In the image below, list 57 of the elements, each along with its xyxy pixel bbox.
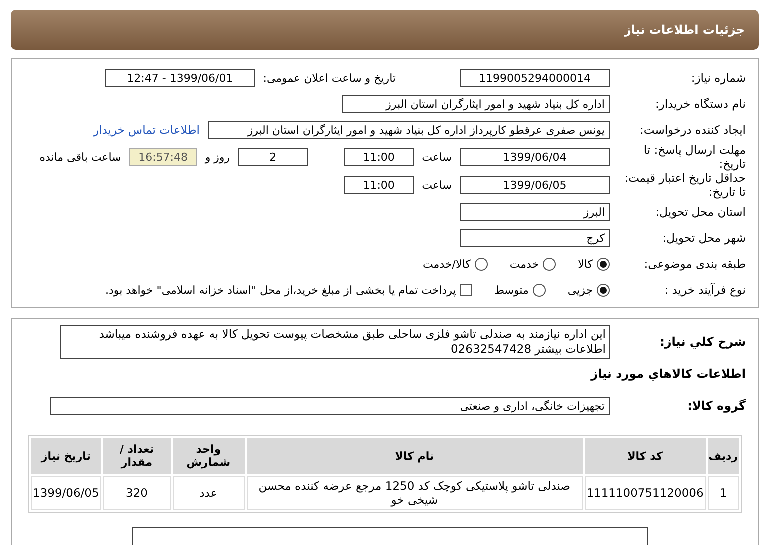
field-label: حداقل تاریخ اعتبار قیمت: تا تاریخ: (624, 171, 747, 199)
table-cell: صندلی تاشو پلاستیکی کوچک کد 1250 مرجع عرضه کننده محسن شیخی خو (246, 476, 583, 510)
radio-button[interactable] (543, 258, 556, 270)
field-label: نام دستگاه خریدار: (654, 97, 747, 111)
column-header: نام کالا (246, 438, 583, 474)
checkbox[interactable] (460, 284, 472, 296)
column-header: کد کالا (584, 438, 706, 474)
field-label: طبقه بندی موضوعی: (643, 257, 747, 271)
field-label: شهر محل تحویل: (662, 231, 747, 245)
column-header: ردیف (708, 438, 739, 474)
option-label: متوسط (494, 284, 529, 296)
goods-group-field: تجهیزات خانگی، اداری و صنعتی (50, 397, 610, 415)
field-label: ساعت باقی مانده (40, 150, 122, 164)
date-field: 1399/06/04 (460, 148, 610, 166)
radio-button[interactable] (474, 258, 488, 270)
province-field: البرز (460, 203, 610, 221)
time-field: 11:00 (344, 176, 414, 194)
option-label: جزیی (568, 284, 593, 296)
radio-button[interactable] (532, 284, 546, 296)
field-label: گروه کالا: (686, 399, 747, 413)
table-cell: عدد (172, 476, 245, 510)
section-title: اطلاعات کالاهاي مورد نياز (590, 366, 747, 383)
column-header: تاریخ نیاز (31, 438, 102, 474)
checkbox-label: پرداخت تمام یا بخشی از مبلغ خرید،از محل "اسناد خزانه اسلامی" خواهد بود. (106, 284, 456, 296)
field-label: شرح کلي نياز: (659, 335, 747, 349)
page-header: جزئیات اطلاعات نیاز (11, 10, 759, 50)
column-header: واحد شمارش (172, 438, 245, 474)
field-label: مهلت ارسال پاسخ: تا تاریخ: (642, 143, 747, 171)
buyer-field: اداره کل بنیاد شهید و امور ایثارگران استان البرز (342, 95, 610, 113)
table-cell: 1399/06/05 (31, 476, 102, 510)
buyer-contact-link[interactable]: اطلاعات تماس خریدار (93, 123, 200, 137)
countdown-field: 16:57:48 (129, 148, 198, 166)
requester-field: یونس صفری عرقطو کارپرداز اداره کل بنیاد شهید و امور ایثارگران استان البرز (208, 121, 610, 139)
field-label: استان محل تحویل: (654, 205, 747, 219)
radio-button[interactable] (597, 258, 610, 270)
announce-date-field: 1399/06/01 - 12:47 (105, 69, 256, 87)
option-label: کالا (578, 258, 593, 270)
column-header: تعداد / مقدار (103, 438, 171, 474)
description-field: این اداره نیازمند به صندلی تاشو فلزی ساحلی طبق مشخصات پیوست تحویل کالا به عهده فروشنده میباشد اطلاعات بیشتر 02632547428 (60, 325, 610, 359)
need-number-field: 1199005294000014 (460, 69, 610, 87)
time-field: 11:00 (344, 148, 414, 166)
field-label: روز و (205, 150, 230, 164)
field-label: ساعت (422, 178, 452, 192)
city-field: کرج (460, 229, 610, 247)
days-field: 2 (238, 148, 308, 166)
table-cell: 320 (103, 476, 171, 510)
field-label: ساعت (422, 150, 452, 164)
table-cell: 1111100751120006 (584, 476, 706, 510)
date-field: 1399/06/05 (460, 176, 610, 194)
table-cell: 1 (708, 476, 739, 510)
field-label: تاریخ و ساعت اعلان عمومی: (263, 72, 396, 84)
radio-button[interactable] (597, 284, 610, 296)
field-label: نوع فرآیند خرید : (664, 283, 747, 297)
option-label: کالا/خدمت (423, 258, 471, 270)
option-label: خدمت (510, 258, 540, 270)
field-label: ایجاد کننده درخواست: (639, 123, 747, 137)
field-label: شماره نیاز: (690, 71, 747, 85)
